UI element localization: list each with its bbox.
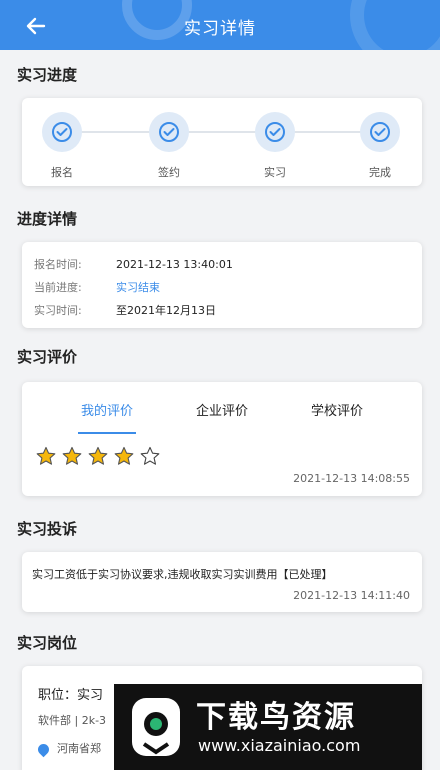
step-label: 完成	[369, 166, 391, 179]
detail-value: 至2021年12月13日	[116, 304, 216, 317]
star-empty-icon	[140, 446, 160, 466]
check-icon	[42, 112, 82, 152]
progress-steps: 报名 签约 实习 完成	[22, 98, 422, 186]
complaint-section-title: 实习投诉	[17, 520, 78, 538]
step-complete: 完成	[350, 112, 410, 180]
detail-value: 2021-12-13 13:40:01	[116, 258, 233, 271]
star-filled-icon	[114, 446, 134, 466]
step-label: 签约	[158, 166, 180, 179]
step-contract: 签约	[139, 112, 199, 180]
star-filled-icon	[88, 446, 108, 466]
detail-key: 报名时间:	[34, 258, 82, 271]
active-tab-indicator	[78, 432, 136, 434]
detail-row-current-progress: 当前进度: 实习结束	[34, 279, 160, 295]
location-pin-icon	[35, 741, 52, 757]
detail-row-signup-time: 报名时间: 2021-12-13 13:40:01	[34, 256, 233, 272]
details-card: 报名时间: 2021-12-13 13:40:01 当前进度: 实习结束 实习时间:…	[22, 242, 422, 328]
tab-school-evaluation[interactable]: 学校评价	[311, 400, 363, 419]
detail-value: 实习结束	[116, 281, 160, 294]
details-section-title: 进度详情	[17, 210, 78, 228]
complaint-timestamp: 2021-12-13 14:11:40	[293, 589, 410, 602]
progress-section-title: 实习进度	[17, 66, 78, 84]
step-label: 报名	[51, 166, 73, 179]
tab-company-evaluation[interactable]: 企业评价	[196, 400, 248, 419]
tab-my-evaluation[interactable]: 我的评价	[81, 400, 133, 419]
location-text: 河南省郑	[57, 742, 101, 755]
watermark-title: 下载鸟资源	[196, 700, 356, 735]
rating-stars	[36, 446, 166, 470]
position-title: 职位：实习	[38, 688, 104, 703]
evaluation-timestamp: 2021-12-13 14:08:55	[293, 472, 410, 485]
detail-key: 当前进度:	[34, 281, 82, 294]
position-location: 河南省郑	[35, 740, 101, 757]
star-filled-icon	[36, 446, 56, 466]
star-filled-icon	[62, 446, 82, 466]
bird-logo-icon	[126, 694, 186, 760]
check-icon	[255, 112, 295, 152]
check-icon	[149, 112, 189, 152]
watermark-url: www.xiazainiao.com	[198, 736, 361, 755]
step-signup: 报名	[32, 112, 92, 180]
position-section-title: 实习岗位	[17, 634, 78, 652]
top-bar: 实习详情	[0, 0, 440, 50]
step-internship: 实习	[245, 112, 305, 180]
progress-line	[62, 131, 382, 133]
page-title: 实习详情	[184, 19, 256, 39]
evaluation-card: 我的评价 企业评价 学校评价 2021-12-13 14:08:55	[22, 382, 422, 496]
detail-key: 实习时间:	[34, 304, 82, 317]
step-label: 实习	[264, 166, 286, 179]
watermark-banner: 下载鸟资源 www.xiazainiao.com	[114, 684, 422, 770]
position-subtitle: 软件部 | 2k-3	[38, 714, 107, 727]
complaint-card[interactable]: 实习工资低于实习协议要求,违规收取实习实训费用【已处理】 2021-12-13 …	[22, 552, 422, 612]
check-icon	[360, 112, 400, 152]
evaluation-section-title: 实习评价	[17, 348, 78, 366]
detail-row-internship-time: 实习时间: 至2021年12月13日	[34, 302, 216, 318]
progress-card: 报名 签约 实习 完成	[22, 98, 422, 186]
complaint-text: 实习工资低于实习协议要求,违规收取实习实训费用【已处理】	[32, 568, 333, 581]
evaluation-tabs: 我的评价 企业评价 学校评价	[22, 400, 422, 440]
